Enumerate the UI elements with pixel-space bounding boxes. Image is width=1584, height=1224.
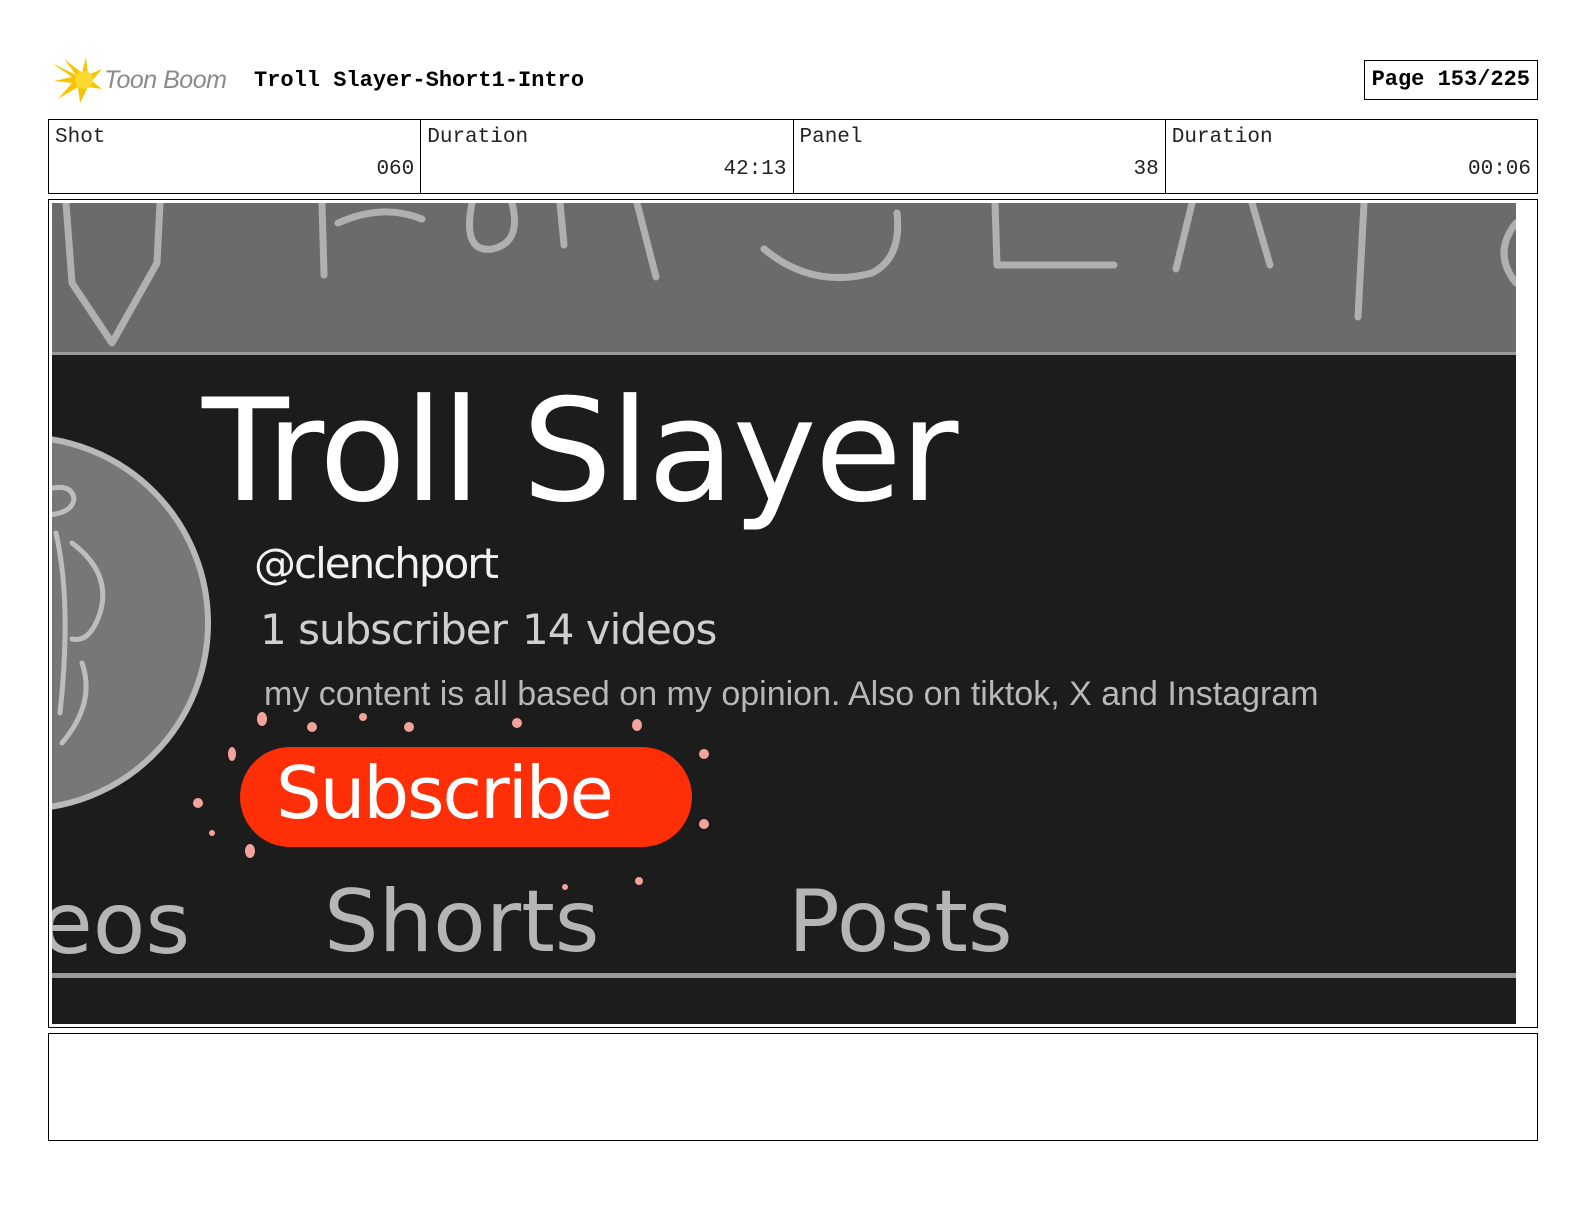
tab-videos[interactable]: leos [52, 881, 190, 967]
project-title: Troll Slayer-Short1-Intro [254, 68, 585, 93]
toon-boom-logo: Toon Boom [50, 55, 240, 105]
shot-duration-label: Duration [427, 126, 529, 149]
subscribe-label: Subscribe [276, 751, 614, 835]
panel-cell: Panel 38 [794, 120, 1166, 193]
burst-icon [52, 57, 102, 103]
shot-duration-cell: Duration 42:13 [421, 120, 794, 193]
storyboard-header: Toon Boom Troll Slayer-Short1-Intro Page… [50, 55, 1538, 105]
panel-duration-value: 00:06 [1467, 158, 1531, 181]
page-number: Page 153/225 [1363, 60, 1538, 100]
tab-underline [52, 973, 1516, 978]
storyboard-panel: Troll Slayer @clenchport 1 subscriber 14… [48, 199, 1538, 1028]
tab-posts[interactable]: Posts [788, 879, 1013, 965]
logo-text: Toon Boom [104, 66, 227, 94]
shot-info-row: Shot 060 Duration 42:13 Panel 38 Duratio… [48, 119, 1538, 194]
shot-label: Shot [55, 126, 106, 149]
channel-name: Troll Slayer [202, 369, 958, 534]
panel-drawing: Troll Slayer @clenchport 1 subscriber 14… [52, 203, 1516, 1024]
channel-handle: @clenchport [254, 539, 499, 588]
shot-cell: Shot 060 [49, 120, 422, 193]
banner-sketch [62, 203, 1516, 347]
panel-value: 38 [1133, 158, 1159, 181]
shot-value: 060 [376, 158, 415, 181]
video-count: 14 videos [522, 605, 717, 654]
panel-label: Panel [799, 126, 863, 149]
channel-banner [52, 203, 1516, 355]
subscriber-count: 1 subscriber [260, 605, 508, 654]
panel-duration-cell: Duration 00:06 [1166, 120, 1537, 193]
panel-notes [48, 1033, 1538, 1141]
tab-shorts[interactable]: Shorts [324, 879, 600, 965]
subscribe-button[interactable]: Subscribe [240, 747, 692, 847]
panel-duration-label: Duration [1171, 126, 1273, 149]
shot-duration-value: 42:13 [723, 158, 787, 181]
